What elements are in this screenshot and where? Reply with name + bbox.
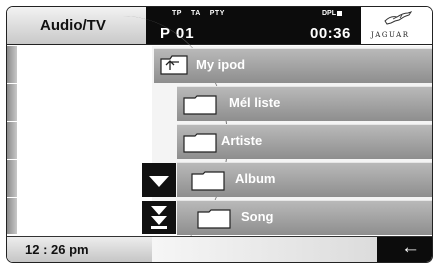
back-arrow-icon: ← bbox=[401, 237, 420, 258]
footer-bar: 12 : 26 pm ← bbox=[7, 236, 432, 262]
browser-area: My ipod Mél liste Artiste Album Song bbox=[7, 16, 432, 262]
list-item-label: My ipod bbox=[196, 57, 246, 72]
list-item-label: Album bbox=[235, 171, 276, 186]
scroll-down-button[interactable] bbox=[142, 163, 176, 197]
dpl-indicator: DPL bbox=[322, 10, 342, 17]
list-item[interactable]: Album bbox=[177, 162, 432, 197]
folder-up-icon bbox=[160, 55, 188, 75]
folder-icon bbox=[183, 133, 217, 153]
flag-ta: TA bbox=[190, 10, 201, 17]
folder-icon bbox=[183, 95, 217, 115]
brand-area: JAGUAR bbox=[361, 7, 432, 44]
radio-flags: TP TA PTY bbox=[172, 10, 234, 17]
scroll-page-down-icon bbox=[151, 206, 167, 229]
left-strip-segment bbox=[7, 160, 17, 198]
back-button[interactable]: ← bbox=[377, 237, 432, 262]
dpl-label: DPL bbox=[322, 10, 336, 17]
folder-icon bbox=[191, 171, 225, 191]
list-item[interactable]: My ipod bbox=[154, 48, 432, 83]
left-strip-segment bbox=[7, 46, 17, 84]
list-item[interactable]: Mél liste bbox=[177, 86, 432, 121]
leaping-cat-icon bbox=[384, 11, 412, 25]
list-item-label: Artiste bbox=[221, 133, 263, 148]
flag-pty: PTY bbox=[209, 10, 225, 17]
left-strip-segment bbox=[7, 122, 17, 160]
list-item-label: Song bbox=[241, 209, 274, 224]
folder-icon bbox=[197, 209, 231, 229]
brand-wordmark: JAGUAR bbox=[371, 31, 410, 39]
scroll-down-icon bbox=[149, 176, 169, 187]
clock: 12 : 26 pm bbox=[25, 242, 89, 257]
dpl-square-icon bbox=[337, 11, 342, 16]
list-item-label: Mél liste bbox=[229, 95, 281, 110]
list-item[interactable]: Artiste bbox=[177, 124, 432, 159]
screen-frame: Audio/TV TPTAPTY P 01 DPL 00:36 JAGUAR bbox=[6, 6, 433, 263]
footer-spacer bbox=[152, 237, 377, 262]
track-time: 00:36 bbox=[310, 25, 351, 42]
left-strip-segment bbox=[7, 84, 17, 122]
flag-tp: TP bbox=[172, 10, 182, 17]
scroll-page-down-button[interactable] bbox=[142, 201, 176, 234]
left-strip-segment bbox=[7, 198, 17, 235]
clock-area: 12 : 26 pm bbox=[7, 237, 152, 262]
list-item[interactable]: Song bbox=[177, 200, 432, 235]
